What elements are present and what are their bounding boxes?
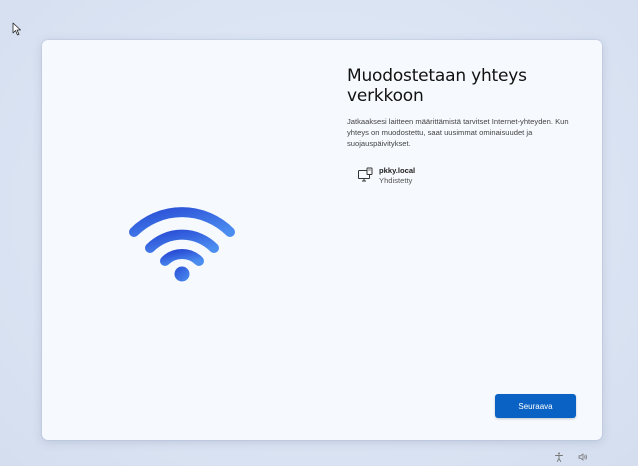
network-status: Yhdistetty xyxy=(379,176,413,185)
network-text: pkky.local Yhdistetty xyxy=(379,166,415,186)
network-computer-icon xyxy=(358,167,373,182)
next-button[interactable]: Seuraava xyxy=(495,394,576,418)
setup-card: Muodostetaan yhteys verkkoon Jatkaaksesi… xyxy=(42,40,602,440)
network-connection: pkky.local Yhdistetty xyxy=(357,166,415,186)
setup-content: Muodostetaan yhteys verkkoon Jatkaaksesi… xyxy=(347,66,587,149)
page-title: Muodostetaan yhteys verkkoon xyxy=(347,66,527,106)
network-name: pkky.local xyxy=(379,166,416,175)
wifi-icon xyxy=(129,207,235,282)
page-description: Jatkaaksesi laitteen määrittämistä tarvi… xyxy=(347,117,569,148)
system-tray xyxy=(554,452,588,462)
accessibility-icon[interactable] xyxy=(554,452,564,462)
volume-icon[interactable] xyxy=(578,452,588,462)
mouse-cursor-icon xyxy=(12,22,21,36)
